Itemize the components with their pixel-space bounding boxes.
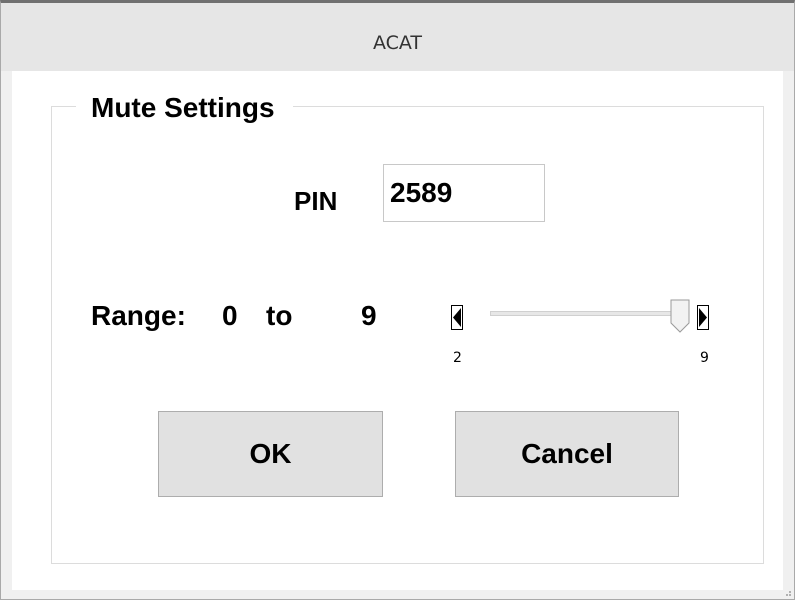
range-to-label: to — [266, 300, 293, 331]
slider-min-tick: 2 — [453, 350, 462, 366]
right-triangle-marker-icon — [697, 305, 709, 330]
range-max-value: 9 — [361, 300, 377, 331]
dialog-window: ACAT Mute Settings PIN Range: 0 to 9 2 9… — [0, 0, 795, 600]
resize-grip-icon[interactable] — [782, 587, 792, 597]
group-title: Mute Settings — [76, 92, 293, 124]
title-bar[interactable]: ACAT — [1, 3, 794, 71]
left-triangle-marker-icon — [451, 305, 463, 330]
window-title: ACAT — [372, 32, 423, 54]
ok-button[interactable]: OK — [158, 411, 383, 497]
pin-input[interactable] — [383, 164, 545, 222]
dialog-body: Mute Settings PIN Range: 0 to 9 2 9 OK C… — [12, 71, 783, 590]
slider-thumb-icon[interactable] — [670, 299, 690, 333]
slider-max-tick: 9 — [700, 350, 709, 366]
range-label: Range: — [91, 300, 186, 331]
pin-label: PIN — [294, 186, 338, 216]
slider-track[interactable] — [490, 311, 686, 316]
range-from-value: 0 — [222, 300, 238, 331]
cancel-button[interactable]: Cancel — [455, 411, 679, 497]
